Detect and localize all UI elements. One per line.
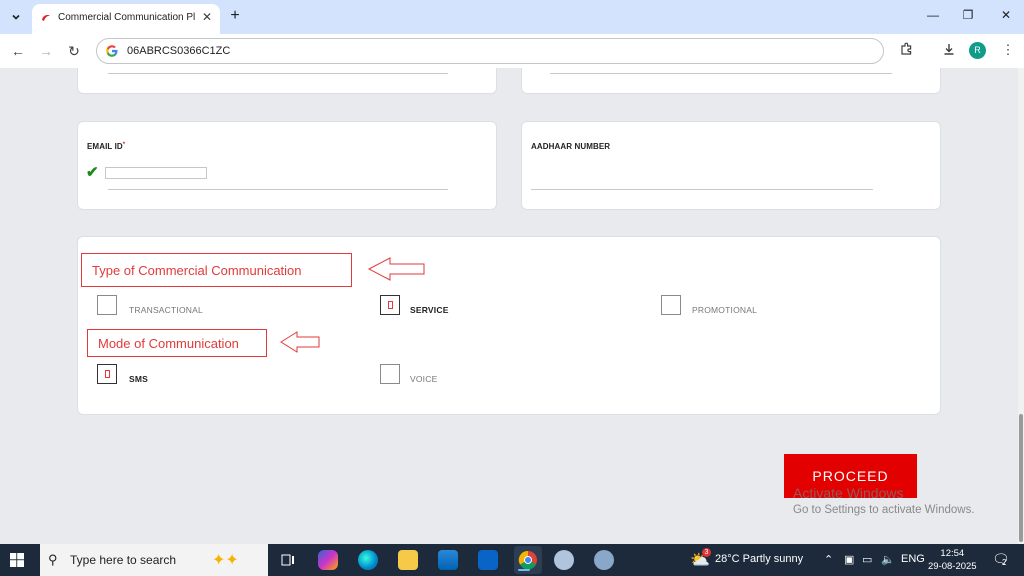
weather-badge: 3: [702, 548, 711, 557]
service-checkbox[interactable]: [380, 295, 400, 315]
search-placeholder: Type here to search: [70, 553, 177, 567]
task-view-icon[interactable]: [278, 550, 298, 570]
restore-button[interactable]: ❐: [958, 8, 978, 26]
tab-title: Commercial Communication Pl: [58, 12, 196, 23]
chrome-icon[interactable]: [514, 546, 542, 574]
checked-indicator: [388, 301, 393, 309]
search-icon: ⚲: [48, 552, 58, 567]
extensions-button[interactable]: [898, 42, 916, 60]
form-card-top-right: [521, 68, 941, 94]
activate-windows-watermark: Activate Windows: [793, 485, 904, 501]
address-text: 06ABRCS0366C1ZC: [127, 45, 231, 57]
checked-indicator: [105, 370, 110, 378]
form-card-top-left: [77, 68, 497, 94]
email-input[interactable]: [105, 167, 207, 179]
browser-tab-strip: Commercial Communication Pl ✕ + — ❐ ✕: [0, 0, 1024, 34]
windows-taskbar: ⚲ Type here to search ✦✦ ⛅ 3 28°C Partly…: [0, 544, 1024, 576]
chevron-up-icon[interactable]: ⌃: [824, 553, 833, 566]
transactional-checkbox[interactable]: [97, 295, 117, 315]
email-label: EMAIL ID*: [87, 142, 126, 151]
language-indicator[interactable]: ENG: [901, 553, 925, 565]
arrow-left-annotation-icon: [280, 331, 320, 353]
meet-now-icon[interactable]: ▣: [844, 553, 854, 566]
mode-heading-annotation: Mode of Communication: [87, 329, 267, 357]
email-underline: [108, 189, 448, 190]
sms-label: SMS: [129, 374, 149, 384]
reload-button[interactable]: ↻: [65, 42, 83, 60]
checkmark-icon: ✔: [86, 164, 99, 181]
voice-checkbox[interactable]: [380, 364, 400, 384]
browser-tab-active[interactable]: Commercial Communication Pl ✕: [32, 4, 220, 34]
google-icon: [106, 45, 118, 57]
notification-count: 2: [1002, 558, 1007, 567]
forward-button[interactable]: →: [37, 42, 55, 60]
download-icon: [944, 44, 954, 55]
tab-search-menu-button[interactable]: [6, 7, 26, 27]
aadhaar-input[interactable]: [531, 189, 873, 190]
edge-icon[interactable]: [358, 550, 378, 570]
sparkle-icon: ✦✦: [212, 552, 239, 569]
activate-windows-subtext: Go to Settings to activate Windows.: [793, 504, 975, 516]
transactional-label: TRANSACTIONAL: [129, 305, 203, 315]
arrow-left-icon: ←: [11, 43, 25, 59]
reload-icon: ↻: [68, 43, 80, 59]
download-button[interactable]: [940, 42, 958, 60]
clock[interactable]: 12:54 29-08-2025: [928, 547, 977, 573]
address-bar[interactable]: 06ABRCS0366C1ZC: [96, 38, 884, 64]
clock-time: 12:54: [940, 548, 965, 559]
network-icon[interactable]: ▭: [862, 553, 872, 566]
volume-icon[interactable]: 🔈: [881, 553, 895, 566]
voice-label: VOICE: [410, 374, 438, 384]
type-heading-annotation: Type of Commercial Communication: [81, 253, 352, 287]
weather-text[interactable]: 28°C Partly sunny: [715, 553, 803, 565]
field-underline: [108, 73, 448, 74]
close-icon[interactable]: ✕: [200, 10, 214, 24]
promotional-checkbox[interactable]: [661, 295, 681, 315]
service-label: SERVICE: [410, 305, 449, 315]
communication-card: Type of Commercial Communication TRANSAC…: [77, 236, 941, 415]
scrollbar-thumb[interactable]: [1019, 414, 1023, 542]
aadhaar-label: AADHAAR NUMBER: [531, 142, 611, 151]
app-icon[interactable]: [554, 550, 574, 570]
taskbar-search[interactable]: ⚲ Type here to search ✦✦: [40, 544, 268, 576]
window-close-button[interactable]: ✕: [996, 8, 1016, 26]
notification-icon[interactable]: 🗨: [992, 551, 1010, 568]
clock-date: 29-08-2025: [928, 561, 977, 572]
arrow-left-annotation-icon: [368, 257, 425, 281]
arrow-right-icon: →: [39, 43, 53, 59]
field-underline: [550, 73, 892, 74]
kebab-menu-icon[interactable]: ⋮: [999, 42, 1017, 60]
plus-icon: +: [230, 7, 240, 24]
aadhaar-card: AADHAAR NUMBER: [521, 121, 941, 210]
sms-checkbox[interactable]: [97, 364, 117, 384]
required-mark: *: [122, 142, 126, 148]
promotional-label: PROMOTIONAL: [692, 305, 758, 315]
chevron-down-icon: [12, 14, 20, 20]
email-card: EMAIL ID* ✔: [77, 121, 497, 210]
profile-avatar[interactable]: R: [969, 42, 986, 59]
file-explorer-icon[interactable]: [398, 550, 418, 570]
puzzle-icon: [901, 42, 912, 55]
microsoft-store-icon[interactable]: [438, 550, 458, 570]
airtel-logo-icon: [42, 15, 50, 21]
paint-icon[interactable]: [594, 550, 614, 570]
browser-toolbar: ← → ↻ 06ABRCS0366C1ZC R ⋮: [0, 34, 1024, 68]
copilot-icon[interactable]: [318, 550, 338, 570]
outlook-icon[interactable]: [478, 550, 498, 570]
back-button[interactable]: ←: [9, 42, 27, 60]
new-tab-button[interactable]: +: [226, 7, 244, 25]
minimize-button[interactable]: —: [923, 8, 943, 26]
windows-start-icon[interactable]: [10, 553, 24, 567]
